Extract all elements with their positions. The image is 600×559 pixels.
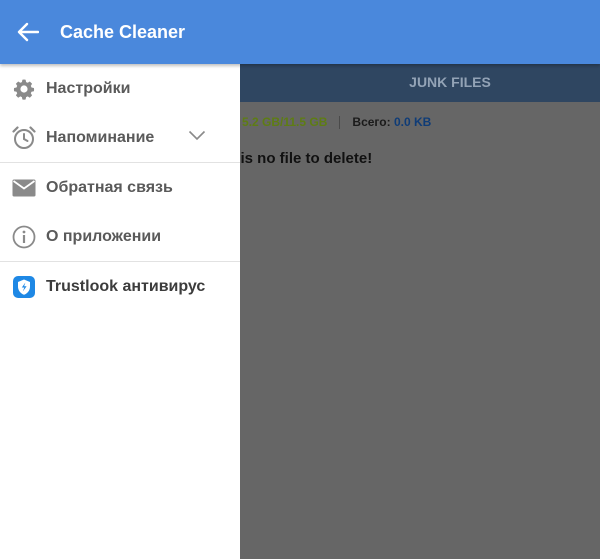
menu-item-label: О приложении <box>46 227 162 245</box>
menu-item-reminder[interactable]: Напоминание <box>0 113 240 162</box>
storage-separator <box>339 115 341 129</box>
gear-icon <box>11 76 37 102</box>
menu-item-settings[interactable]: Настройки <box>0 64 240 113</box>
total-value: 0.0 KB <box>393 115 432 129</box>
app-bar: Cache Cleaner <box>0 0 600 64</box>
menu-item-label: Напоминание <box>46 128 155 146</box>
menu-item-label: Trustlook антивирус <box>46 277 206 295</box>
arrow-left-icon <box>17 22 39 42</box>
menu-item-label: Обратная связь <box>46 178 173 196</box>
navigation-drawer: Настройки Напоминание Обратная связь О п… <box>0 64 240 559</box>
tab-junk-files[interactable]: JUNK FILES <box>300 62 600 102</box>
alarm-clock-icon <box>11 125 37 151</box>
info-icon <box>11 224 37 250</box>
trustlook-shield-icon <box>11 274 37 300</box>
menu-item-feedback[interactable]: Обратная связь <box>0 163 240 212</box>
menu-item-label: Настройки <box>46 79 131 97</box>
envelope-icon <box>11 175 37 201</box>
chevron-down-icon[interactable] <box>188 130 206 141</box>
back-button[interactable] <box>0 0 56 64</box>
app-title: Cache Cleaner <box>60 21 186 42</box>
total-label: Всего: <box>352 115 391 129</box>
storage-summary: e: 5.2 GB/11.5 GB Всего: 0.0 KB <box>228 113 431 131</box>
empty-message: e is no file to delete! <box>228 150 373 167</box>
menu-item-trustlook[interactable]: Trustlook антивирус <box>0 262 240 311</box>
menu-item-about[interactable]: О приложении <box>0 212 240 261</box>
storage-value: 5.2 GB/11.5 GB <box>242 115 328 129</box>
